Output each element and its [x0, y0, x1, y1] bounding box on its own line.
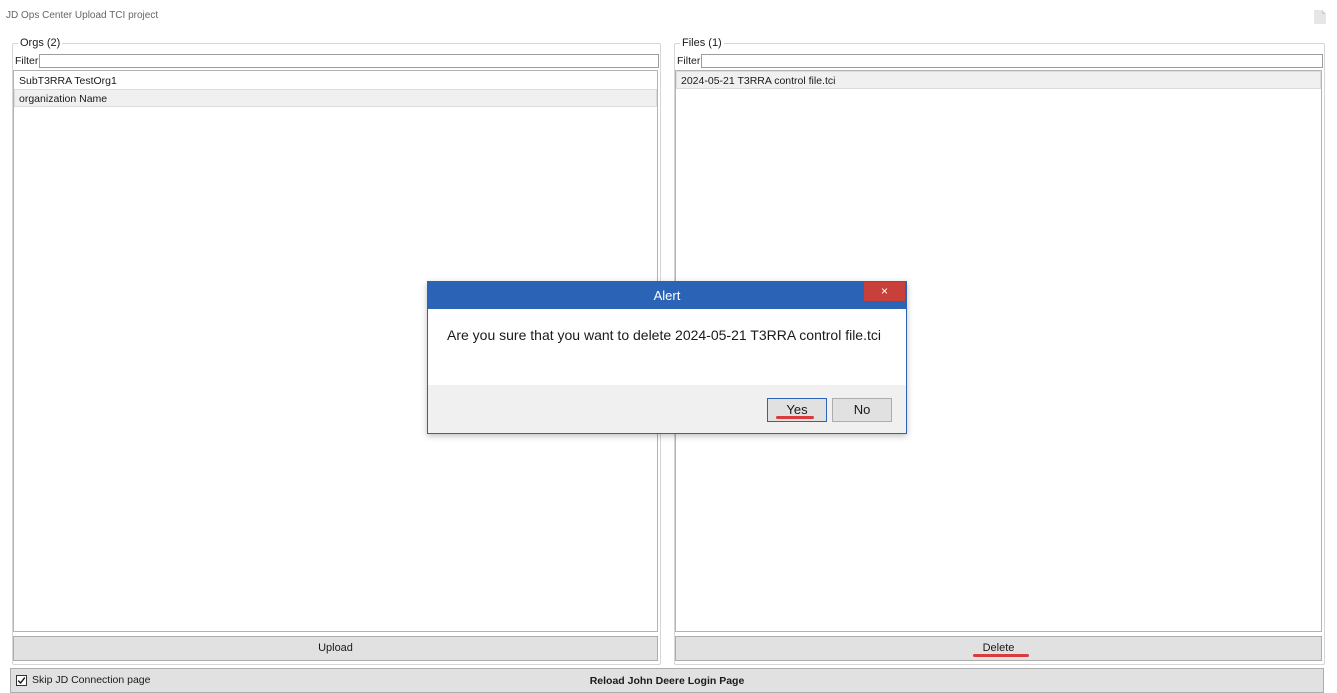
dialog-title: Alert — [428, 282, 906, 309]
dialog-footer: Yes No — [428, 385, 906, 433]
alert-dialog: Alert × Are you sure that you want to de… — [427, 281, 907, 434]
no-button[interactable]: No — [832, 398, 892, 422]
dialog-message: Are you sure that you want to delete 202… — [447, 327, 881, 343]
document-icon — [1314, 10, 1326, 24]
close-icon: × — [880, 284, 888, 298]
window-title: JD Ops Center Upload TCI project — [6, 10, 159, 21]
reload-login-label: Reload John Deere Login Page — [589, 675, 745, 687]
org-list-item[interactable]: SubT3RRA TestOrg1 — [14, 71, 657, 89]
orgs-filter-label: Filter — [15, 55, 39, 67]
orgs-filter-input[interactable] — [39, 54, 659, 68]
files-filter-label: Filter — [677, 55, 701, 67]
delete-button[interactable]: Delete — [675, 636, 1322, 661]
files-group-label: Files (1) — [680, 37, 724, 50]
file-list-item[interactable]: 2024-05-21 T3RRA control file.tci — [676, 71, 1321, 89]
orgs-group-label: Orgs (2) — [18, 37, 63, 50]
yes-annotation-underline — [776, 416, 814, 419]
org-list-item[interactable]: organization Name — [14, 89, 657, 107]
reload-login-bar[interactable]: Skip JD Connection page Reload John Deer… — [10, 668, 1324, 693]
upload-button[interactable]: Upload — [13, 636, 658, 661]
close-button[interactable]: × — [864, 282, 905, 301]
files-filter-input[interactable] — [701, 54, 1323, 68]
delete-annotation-underline — [973, 654, 1029, 657]
